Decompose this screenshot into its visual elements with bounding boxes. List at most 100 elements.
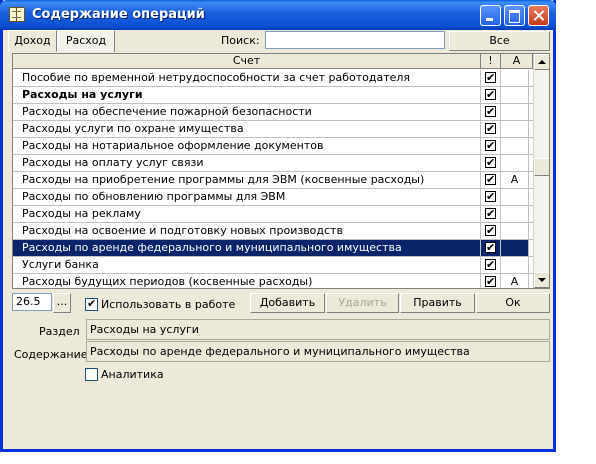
maximize-button[interactable] (504, 5, 525, 26)
browse-button[interactable]: ... (53, 293, 71, 313)
search-input[interactable] (265, 31, 445, 49)
edit-button[interactable]: Править (400, 293, 475, 313)
account-name-cell: Расходы на рекламу (13, 206, 481, 222)
ok-button[interactable]: Ок (476, 293, 550, 313)
a-cell (501, 206, 529, 222)
a-cell (501, 223, 529, 239)
flag-cell (481, 70, 501, 86)
row-checkbox[interactable] (485, 138, 496, 154)
a-cell (501, 104, 529, 120)
book-icon (9, 7, 25, 22)
accounts-grid: Счет ! А Пособие по временной нетрудоспо… (12, 53, 550, 289)
a-cell (501, 155, 529, 171)
minimize-button[interactable] (480, 5, 501, 26)
use-in-work-label: Использовать в работе (101, 298, 236, 311)
table-row[interactable]: Расходы на рекламу (13, 206, 533, 223)
flag-cell (481, 121, 501, 137)
account-name-cell: Расходы на услуги (13, 87, 481, 103)
flag-cell (481, 206, 501, 222)
row-checkbox[interactable] (485, 240, 496, 256)
flag-cell (481, 223, 501, 239)
account-name-cell: Расходы на освоение и подготовку новых п… (13, 223, 481, 239)
account-name-cell: Расходы услуги по охране имущества (13, 121, 481, 137)
tab-income[interactable]: Доход (8, 30, 57, 52)
a-cell (501, 189, 529, 205)
row-checkbox[interactable] (485, 206, 496, 222)
flag-cell (481, 274, 501, 288)
content-label: Содержание (14, 348, 88, 361)
row-checkbox[interactable] (485, 223, 496, 239)
table-row[interactable]: Услуги банка (13, 257, 533, 274)
row-checkbox[interactable] (485, 274, 496, 288)
column-header-flag[interactable]: ! (481, 54, 501, 69)
table-row[interactable]: Расходы услуги по охране имущества (13, 121, 533, 138)
scroll-down-button[interactable] (534, 272, 549, 288)
analytics-label: Аналитика (101, 368, 164, 381)
use-in-work-checkbox[interactable] (85, 297, 98, 311)
a-cell: А (501, 274, 529, 288)
table-row[interactable]: Пособие по временной нетрудоспособности … (13, 70, 533, 87)
table-row[interactable]: Расходы на нотариальное оформление докум… (13, 138, 533, 155)
flag-cell (481, 172, 501, 188)
flag-cell (481, 155, 501, 171)
account-name-cell: Пособие по временной нетрудоспособности … (13, 70, 481, 86)
account-name-cell: Расходы будущих периодов (косвенные расх… (13, 274, 481, 288)
search-label: Поиск: (221, 34, 260, 47)
column-header-a[interactable]: А (501, 54, 533, 69)
table-row[interactable]: Расходы на услуги (13, 87, 533, 104)
table-row[interactable]: Расходы на оплату услуг связи (13, 155, 533, 172)
delete-button[interactable]: Удалить (326, 293, 399, 313)
add-button[interactable]: Добавить (250, 293, 325, 313)
section-field: Расходы на услуги (86, 319, 550, 340)
table-row[interactable]: Расходы по обновлению программы для ЭВМ (13, 189, 533, 206)
flag-cell (481, 138, 501, 154)
a-cell (501, 87, 529, 103)
grid-header: Счет ! А (13, 54, 533, 69)
table-row[interactable]: Расходы на приобретение программы для ЭВ… (13, 172, 533, 189)
all-button[interactable]: Все (449, 31, 550, 51)
a-cell (501, 257, 529, 273)
table-row[interactable]: Расходы на обеспечение пожарной безопасн… (13, 104, 533, 121)
row-checkbox[interactable] (485, 257, 496, 273)
flag-cell (481, 87, 501, 103)
row-checkbox[interactable] (485, 70, 496, 86)
a-cell (501, 240, 529, 256)
scroll-up-button[interactable] (534, 54, 549, 70)
account-name-cell: Расходы по аренде федерального и муницип… (13, 240, 481, 256)
a-cell (501, 121, 529, 137)
row-checkbox[interactable] (485, 155, 496, 171)
a-cell (501, 138, 529, 154)
account-name-cell: Расходы по обновлению программы для ЭВМ (13, 189, 481, 205)
flag-cell (481, 240, 501, 256)
a-cell (501, 70, 529, 86)
row-checkbox[interactable] (485, 87, 496, 103)
flag-cell (481, 104, 501, 120)
flag-cell (481, 189, 501, 205)
grid-scrollbar[interactable] (533, 54, 549, 288)
account-name-cell: Расходы на нотариальное оформление докум… (13, 138, 481, 154)
title-bar[interactable]: Содержание операций (0, 0, 556, 30)
flag-cell (481, 257, 501, 273)
column-header-account[interactable]: Счет (13, 54, 481, 69)
account-name-cell: Услуги банка (13, 257, 481, 273)
tab-expense[interactable]: Расход (57, 30, 115, 52)
section-label: Раздел (39, 325, 80, 338)
account-name-cell: Расходы на оплату услуг связи (13, 155, 481, 171)
table-row[interactable]: Расходы будущих периодов (косвенные расх… (13, 274, 533, 288)
row-checkbox[interactable] (485, 121, 496, 137)
scroll-thumb[interactable] (534, 158, 549, 176)
a-cell: А (501, 172, 529, 188)
table-row[interactable]: Расходы на освоение и подготовку новых п… (13, 223, 533, 240)
code-field[interactable]: 26.5 (12, 293, 52, 311)
table-row[interactable]: Расходы по аренде федерального и муницип… (13, 240, 533, 257)
content-field: Расходы по аренде федерального и муницип… (86, 341, 550, 362)
operations-window: Содержание операций Доход Расход Поиск: … (0, 0, 556, 452)
row-checkbox[interactable] (485, 104, 496, 120)
window-title: Содержание операций (32, 7, 205, 22)
close-button[interactable] (528, 5, 549, 26)
account-name-cell: Расходы на приобретение программы для ЭВ… (13, 172, 481, 188)
row-checkbox[interactable] (485, 172, 496, 188)
row-checkbox[interactable] (485, 189, 496, 205)
account-name-cell: Расходы на обеспечение пожарной безопасн… (13, 104, 481, 120)
analytics-checkbox[interactable] (85, 368, 98, 381)
